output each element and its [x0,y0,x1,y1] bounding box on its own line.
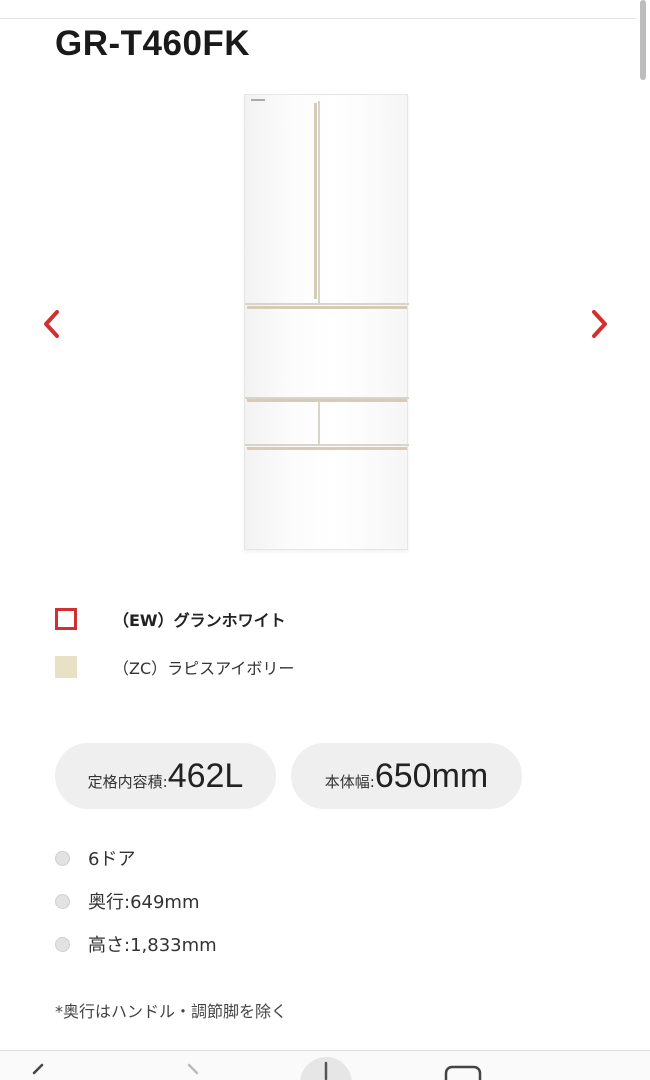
chevron-left-icon [44,310,59,338]
capacity-label: 定格内容積: [87,773,168,791]
carousel-prev-button[interactable] [38,306,66,342]
color-option-zc[interactable]: （ZC）ラピスアイボリー [55,655,294,679]
top-divider [0,18,636,19]
capacity-badge: 定格内容積: 462L [55,743,276,809]
product-page: GR-T460FK （EW）グランホワイト （ZC）ラピスアイボリー 定格内容積… [0,0,650,1080]
drawer-handle [247,306,407,309]
forward-icon[interactable] [183,1063,203,1080]
bullet-icon [55,893,70,909]
color-label-ew: （EW）グランホワイト [113,611,286,630]
chevron-right-icon [592,310,607,338]
spec-item: 奥行:649mm [55,888,200,914]
spec-height: 高さ:1,833mm [88,935,217,956]
brand-logo-mark [251,99,265,101]
color-swatch-ew[interactable] [55,608,77,630]
spec-depth: 奥行:649mm [88,892,200,913]
door-seam [245,444,409,446]
width-value: 650mm [374,757,489,795]
color-option-ew[interactable]: （EW）グランホワイト [55,607,286,631]
back-icon[interactable] [28,1063,48,1080]
bullet-icon [55,936,70,952]
spec-doors: 6ドア [88,849,136,870]
color-label-zc: （ZC）ラピスアイボリー [113,659,295,678]
scrollbar[interactable] [640,0,646,80]
door-handle [314,103,317,299]
door-seam [318,101,320,303]
footnote: *奥行はハンドル・調節脚を除く [55,1002,288,1021]
carousel-next-button[interactable] [585,306,613,342]
tabs-icon[interactable] [444,1065,484,1080]
door-seam [318,401,320,445]
drawer-handle [247,399,407,402]
product-image [244,94,409,550]
spec-item: 6ドア [55,845,135,871]
add-tab-icon[interactable] [298,1055,354,1080]
capacity-value: 462L [167,757,244,795]
drawer-handle [247,447,407,450]
width-badge: 本体幅: 650mm [291,743,522,809]
spec-item: 高さ:1,833mm [55,931,217,957]
browser-toolbar [0,1050,650,1080]
color-swatch-zc[interactable] [55,656,77,678]
width-label: 本体幅: [324,773,375,791]
door-seam [245,303,409,305]
bullet-icon [55,850,70,866]
product-model-title: GR-T460FK [55,24,251,63]
